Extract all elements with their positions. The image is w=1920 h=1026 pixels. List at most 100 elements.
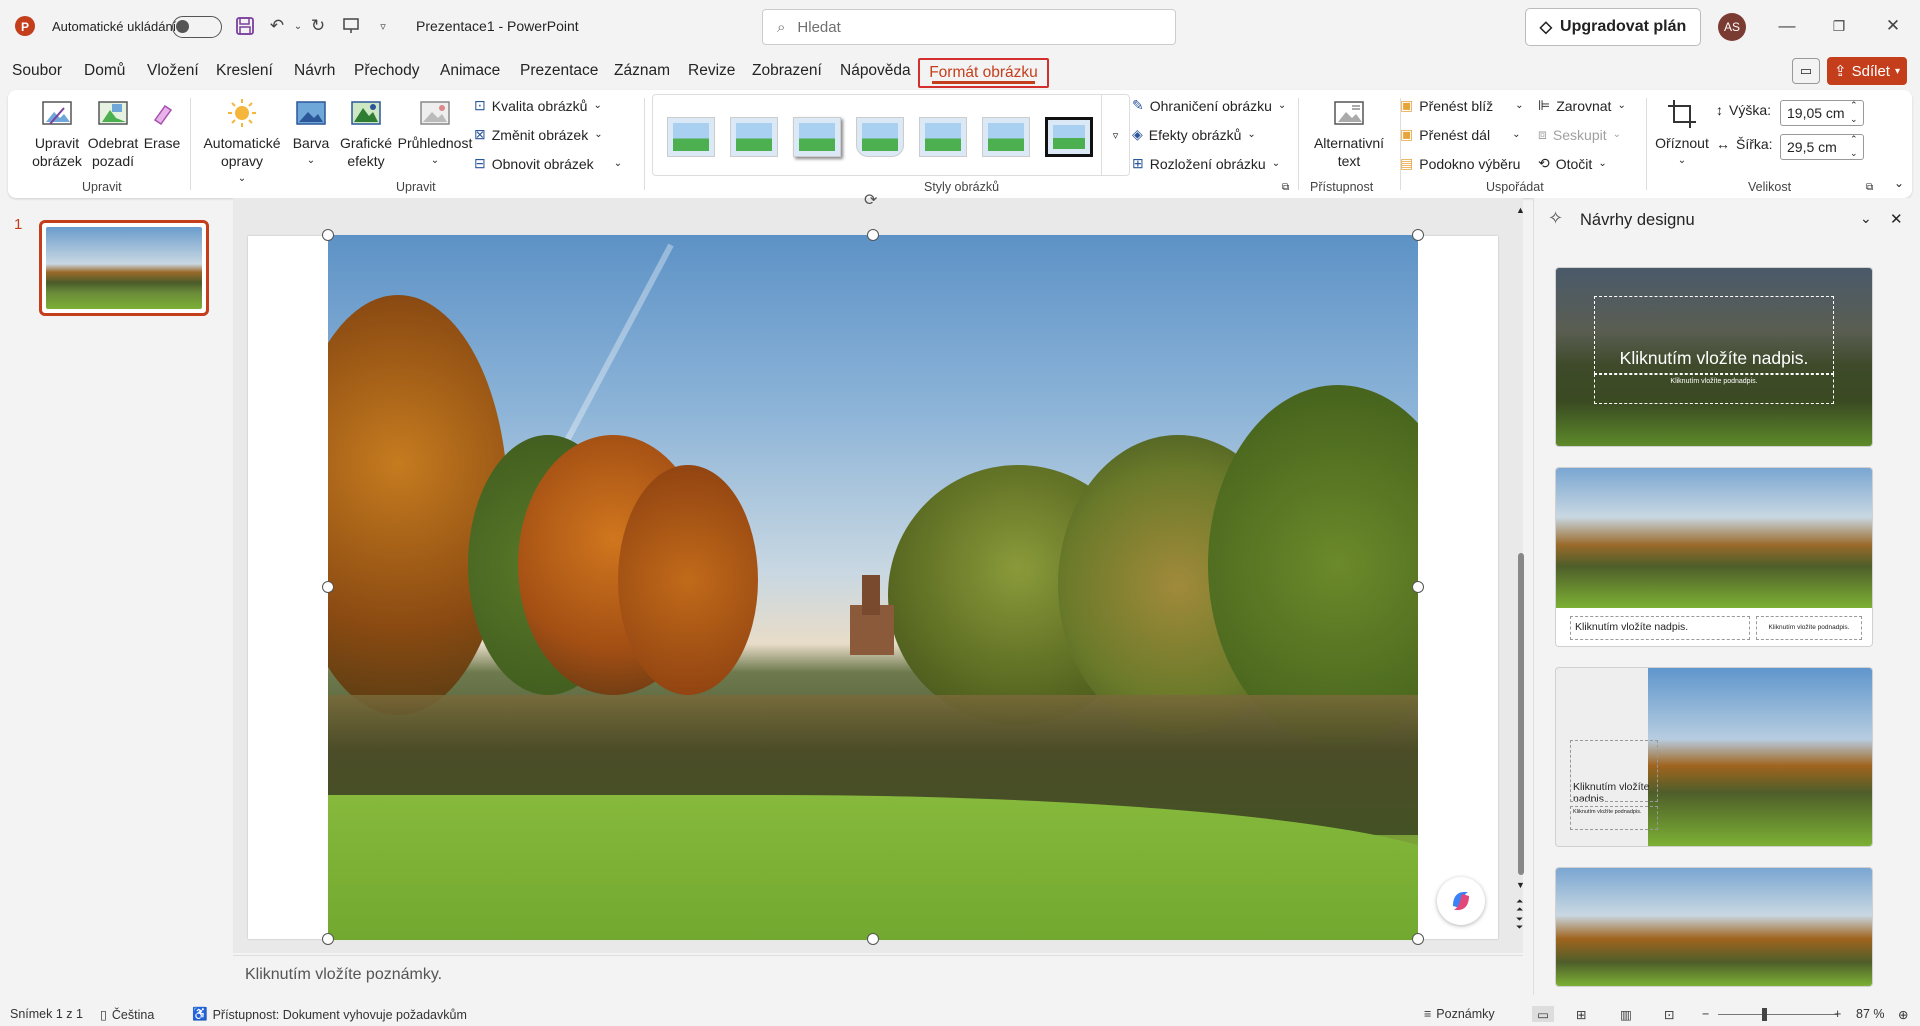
fit-slide-icon[interactable]: ⊕ <box>1898 1007 1908 1022</box>
zoom-level[interactable]: 87 % <box>1856 1007 1885 1021</box>
tab-insert[interactable]: Vložení <box>147 62 199 80</box>
tab-review[interactable]: Revize <box>688 62 735 80</box>
align-button[interactable]: ⊫ Zarovnat ⌄ <box>1538 97 1626 114</box>
width-spinner[interactable]: ⌃ ⌄ <box>1850 132 1858 160</box>
design-option-1[interactable]: Kliknutím vložíte nadpis. Kliknutím vlož… <box>1556 268 1872 446</box>
alt-text-button[interactable]: Alternativní text <box>1304 98 1394 170</box>
picture-style-2[interactable] <box>730 117 778 157</box>
upgrade-button[interactable]: ◇ Upgradovat plán <box>1525 8 1701 46</box>
share-button[interactable]: ⇪ Sdílet ▾ <box>1827 57 1907 85</box>
present-from-start-icon[interactable] <box>338 13 364 39</box>
resize-handle[interactable] <box>322 581 334 593</box>
resize-handle[interactable] <box>867 229 879 241</box>
tab-record[interactable]: Záznam <box>614 62 670 80</box>
save-icon[interactable] <box>232 13 258 39</box>
notes-pane[interactable]: Kliknutím vložíte poznámky. <box>233 955 1523 995</box>
scroll-down-icon[interactable]: ▼ <box>1516 880 1525 890</box>
zoom-out-icon[interactable]: − <box>1702 1007 1709 1021</box>
slide-sorter-icon[interactable]: ⊞ <box>1576 1007 1586 1022</box>
redo-icon[interactable]: ↻ <box>305 13 331 39</box>
resize-handle[interactable] <box>322 933 334 945</box>
gallery-more-icon[interactable]: ▿ <box>1101 95 1129 175</box>
crop-button[interactable]: Oříznout ⌄ <box>1652 98 1712 170</box>
slideshow-icon[interactable]: ⊡ <box>1664 1007 1674 1022</box>
remove-background-button[interactable]: Odebrat pozadí <box>80 98 146 170</box>
picture-layout-button[interactable]: ⊞ Rozložení obrázku ⌄ <box>1132 155 1280 172</box>
reset-picture-button[interactable]: ⊟ Obnovit obrázek ⌄ <box>474 155 622 172</box>
customize-toolbar-icon[interactable]: ▿ <box>370 13 396 39</box>
tab-draw[interactable]: Kreslení <box>216 62 273 80</box>
picture-style-1[interactable] <box>667 117 715 157</box>
editor-scrollbar[interactable]: ▲ ▼ ⏶ ⏶ ⏷ ⏷ <box>1516 205 1526 932</box>
tab-help[interactable]: Nápověda <box>840 62 911 80</box>
zoom-slider-thumb[interactable] <box>1762 1008 1767 1021</box>
picture-style-5[interactable] <box>919 117 967 157</box>
tab-transitions[interactable]: Přechody <box>354 62 419 80</box>
artistic-effects-button[interactable]: Grafické efekty <box>334 98 398 170</box>
chevron-down-icon: ⌄ <box>306 155 316 166</box>
scroll-up-icon[interactable]: ▲ <box>1516 205 1525 215</box>
notes-toggle[interactable]: ≡ Poznámky <box>1424 1007 1495 1021</box>
design-option-2[interactable]: Kliknutím vložíte nadpis. Kliknutím vlož… <box>1556 468 1872 646</box>
autosave-toggle[interactable] <box>172 16 222 38</box>
slide-thumbnail[interactable] <box>39 220 209 316</box>
comments-icon[interactable]: ▭ <box>1792 58 1820 84</box>
erase-button[interactable]: Erase <box>140 98 184 152</box>
tab-animations[interactable]: Animace <box>440 62 500 80</box>
picture-style-4[interactable] <box>856 117 904 157</box>
selection-pane-button[interactable]: ▤ Podokno výběru <box>1400 155 1520 172</box>
tab-home[interactable]: Domů <box>84 62 125 80</box>
normal-view-icon[interactable]: ▭ <box>1532 1006 1554 1022</box>
collapse-ribbon-icon[interactable]: ⌄ <box>1894 176 1904 190</box>
scroll-thumb[interactable] <box>1518 553 1524 875</box>
rotate-handle-icon[interactable]: ⟳ <box>864 190 877 210</box>
tab-slideshow[interactable]: Prezentace <box>520 62 598 80</box>
change-picture-button[interactable]: ⊠ Změnit obrázek ⌄ <box>474 126 603 143</box>
zoom-slider[interactable] <box>1718 1014 1838 1015</box>
diamond-icon: ◇ <box>1539 19 1553 36</box>
picture-style-3[interactable] <box>793 117 841 157</box>
height-spinner[interactable]: ⌃ ⌄ <box>1850 98 1858 126</box>
transparency-button[interactable]: Průhlednost ⌄ <box>392 98 478 170</box>
next-slide-icon[interactable]: ⏷ ⏷ <box>1516 915 1523 932</box>
zoom-in-icon[interactable]: + <box>1834 1007 1841 1021</box>
resize-handle[interactable] <box>1412 933 1424 945</box>
send-backward-button[interactable]: ▣ Přenést dál ⌄ <box>1400 126 1520 143</box>
picture-style-6[interactable] <box>982 117 1030 157</box>
close-window-icon[interactable]: ✕ <box>1880 13 1906 39</box>
language-indicator[interactable]: ▯ Čeština <box>100 1007 154 1023</box>
tab-picture-format[interactable]: Formát obrázku <box>918 58 1049 88</box>
restore-icon[interactable]: ❐ <box>1826 13 1852 39</box>
tab-design[interactable]: Návrh <box>294 62 335 80</box>
design-option-4[interactable] <box>1556 868 1872 986</box>
reading-view-icon[interactable]: ▥ <box>1620 1007 1632 1022</box>
resize-handle[interactable] <box>1412 581 1424 593</box>
rotate-button[interactable]: ⟲ Otočit ⌄ <box>1538 155 1607 172</box>
bring-forward-button[interactable]: ▣ Přenést blíž ⌄ <box>1400 97 1524 114</box>
tab-view[interactable]: Zobrazení <box>752 62 822 80</box>
accessibility-status[interactable]: ♿ Přístupnost: Dokument vyhovuje požadav… <box>192 1007 467 1022</box>
dialog-launcher-icon[interactable]: ⧉ <box>1866 182 1873 193</box>
minimize-icon[interactable]: — <box>1774 13 1800 39</box>
picture-effects-button[interactable]: ◈ Efekty obrázků ⌄ <box>1132 126 1256 143</box>
picture-border-label: Ohraničení obrázku <box>1149 97 1272 114</box>
resize-handle[interactable] <box>1412 229 1424 241</box>
tab-file[interactable]: Soubor <box>12 62 62 80</box>
group-button[interactable]: ⧈ Seskupit ⌄ <box>1538 126 1621 143</box>
compress-pictures-button[interactable]: ⊡ Kvalita obrázků ⌄ <box>474 97 602 114</box>
close-pane-icon[interactable]: ✕ <box>1890 210 1903 228</box>
picture-border-button[interactable]: ✎ Ohraničení obrázku ⌄ <box>1132 97 1286 114</box>
resize-handle[interactable] <box>867 933 879 945</box>
color-button[interactable]: Barva ⌄ <box>286 98 336 170</box>
design-option-3[interactable]: Kliknutím vložíte nadpis. Kliknutím vlož… <box>1556 668 1872 846</box>
selected-picture[interactable] <box>328 235 1418 940</box>
copilot-button[interactable] <box>1437 877 1485 925</box>
resize-handle[interactable] <box>322 229 334 241</box>
avatar[interactable]: AS <box>1718 13 1746 41</box>
previous-slide-icon[interactable]: ⏶ ⏶ <box>1516 897 1523 914</box>
picture-style-7[interactable] <box>1045 117 1093 157</box>
corrections-button[interactable]: Automatické opravy ⌄ <box>200 98 284 188</box>
search-box[interactable]: ⌕ Hledat <box>762 9 1176 45</box>
chevron-down-icon[interactable]: ⌄ <box>1860 210 1872 227</box>
dialog-launcher-icon[interactable]: ⧉ <box>1282 182 1289 193</box>
